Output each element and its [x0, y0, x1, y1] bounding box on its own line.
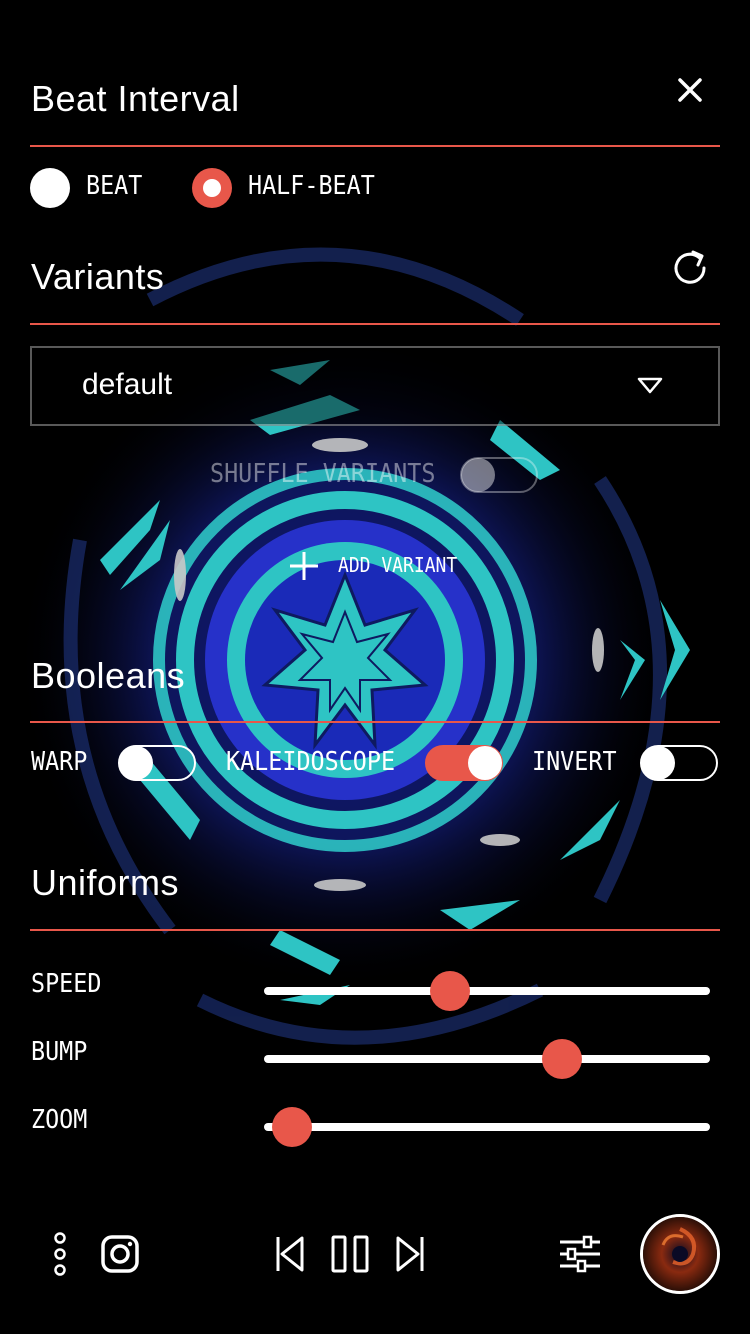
zoom-slider-track[interactable]: [264, 1123, 710, 1131]
sliders-icon[interactable]: [558, 1234, 602, 1274]
warp-toggle[interactable]: [118, 745, 196, 781]
bump-label: BUMP: [31, 1037, 88, 1067]
skip-next-icon[interactable]: [394, 1234, 426, 1274]
shuffle-variants-toggle[interactable]: [460, 457, 538, 493]
instagram-icon[interactable]: [100, 1234, 140, 1274]
uniforms-title: Uniforms: [31, 862, 180, 903]
radio-button[interactable]: [30, 168, 70, 208]
zoom-label: ZOOM: [31, 1105, 88, 1135]
variant-select-value: default: [82, 368, 173, 401]
booleans-title: Booleans: [31, 655, 186, 696]
bump-slider-track[interactable]: [264, 1055, 710, 1063]
divider: [30, 145, 720, 147]
bump-slider-thumb[interactable]: [542, 1039, 582, 1079]
beat-interval-title: Beat Interval: [31, 78, 240, 119]
speed-slider-track[interactable]: [264, 987, 710, 995]
invert-label: INVERT: [532, 747, 617, 777]
kaleidoscope-label: KALEIDOSCOPE: [226, 747, 396, 777]
speed-slider-thumb[interactable]: [430, 971, 470, 1011]
kaleidoscope-toggle[interactable]: [425, 745, 503, 781]
skip-previous-icon[interactable]: [274, 1234, 306, 1274]
chevron-down-icon: [636, 376, 664, 396]
warp-label: WARP: [31, 747, 88, 777]
divider: [30, 323, 720, 325]
pause-icon[interactable]: [330, 1234, 370, 1274]
zoom-slider-thumb[interactable]: [272, 1107, 312, 1147]
divider: [30, 721, 720, 723]
speed-label: SPEED: [31, 969, 102, 999]
more-vertical-icon[interactable]: [50, 1232, 70, 1276]
variants-title: Variants: [31, 256, 165, 297]
divider: [30, 929, 720, 931]
visualizer-thumbnail[interactable]: [640, 1214, 720, 1294]
close-icon[interactable]: [672, 72, 708, 108]
invert-toggle[interactable]: [640, 745, 718, 781]
plus-icon: [288, 550, 320, 582]
refresh-icon[interactable]: [668, 246, 712, 290]
radio-label: HALF-BEAT: [248, 171, 375, 201]
shuffle-variants-label: SHUFFLE VARIANTS: [210, 459, 436, 489]
radio-label: BEAT: [86, 171, 143, 201]
variant-select[interactable]: default: [30, 346, 720, 426]
radio-button[interactable]: [192, 168, 232, 208]
add-variant-label: ADD VARIANT: [338, 553, 458, 577]
